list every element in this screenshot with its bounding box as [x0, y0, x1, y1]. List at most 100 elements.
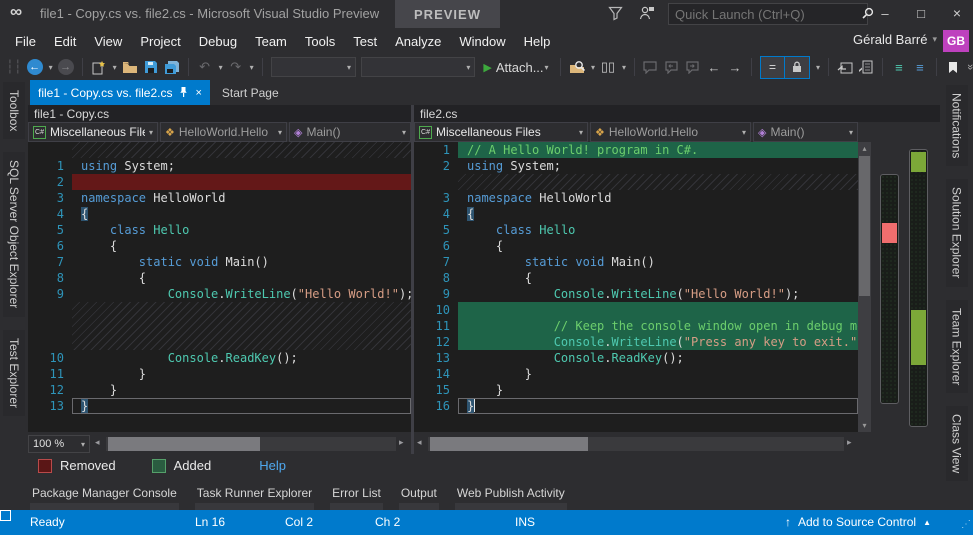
toolbar-drag-handle[interactable]: ┆┆	[6, 59, 22, 75]
next-comment-icon[interactable]	[685, 57, 701, 77]
overview-left-file[interactable]	[880, 174, 899, 404]
nav-dropdown-miscellaneous-files[interactable]: C#Miscellaneous Files▾	[28, 122, 158, 142]
code-line[interactable]: 16}	[414, 398, 858, 414]
code-line[interactable]: 14 }	[414, 366, 858, 382]
menu-help[interactable]: Help	[515, 30, 560, 53]
navigate-back-icon[interactable]: ←	[27, 59, 43, 75]
panel-tab-web-publish-activity[interactable]: Web Publish Activity	[455, 486, 567, 511]
menu-debug[interactable]: Debug	[190, 30, 246, 53]
code-line[interactable]: 3namespace HelloWorld	[28, 190, 411, 206]
code-line[interactable]: 10 Console.ReadKey();	[28, 350, 411, 366]
synchronized-scrolling-button[interactable]	[785, 57, 809, 78]
format-document-icon[interactable]: ≡	[912, 57, 928, 77]
minimize-button[interactable]: –	[868, 0, 902, 26]
menu-project[interactable]: Project	[131, 30, 189, 53]
navigate-back-caret-icon[interactable]: ▾	[49, 63, 53, 72]
scroll-up-icon[interactable]: ▴	[858, 142, 871, 155]
nav-dropdown-main[interactable]: ◈Main()▾	[289, 122, 411, 142]
menu-test[interactable]: Test	[344, 30, 386, 53]
resize-grip[interactable]: ⋰	[961, 519, 970, 530]
send-feedback-icon[interactable]	[638, 5, 655, 24]
code-line[interactable]: 6 {	[414, 238, 858, 254]
feedback-filter-icon[interactable]	[608, 6, 623, 24]
overview-added-marker[interactable]	[911, 152, 926, 172]
nav-dropdown-miscellaneous-files[interactable]: C#Miscellaneous Files▾	[414, 122, 588, 142]
tab-diff-view[interactable]: file1 - Copy.cs vs. file2.cs ×	[30, 80, 210, 105]
maximize-button[interactable]: □	[904, 0, 938, 26]
code-line[interactable]: 7 static void Main()	[414, 254, 858, 270]
menu-tools[interactable]: Tools	[296, 30, 344, 53]
attach-button[interactable]: ▶ Attach... ▾	[480, 60, 551, 75]
scrollbar-thumb[interactable]	[859, 156, 870, 296]
quick-launch-box[interactable]	[668, 3, 868, 25]
next-difference-icon[interactable]: →	[727, 57, 743, 77]
zoom-level-combobox[interactable]: 100 % ▾	[28, 435, 90, 453]
new-item-caret-icon[interactable]: ▾	[113, 63, 117, 72]
side-by-side-mode-button[interactable]: =	[761, 57, 785, 78]
panel-tab-package-manager-console[interactable]: Package Manager Console	[30, 486, 179, 511]
code-line[interactable]: 1using System;	[28, 158, 411, 174]
code-line[interactable]: 11 // Keep the console window open in de…	[414, 318, 858, 334]
side-tab-solution-explorer[interactable]: Solution Explorer	[946, 179, 968, 286]
help-link[interactable]: Help	[259, 458, 286, 473]
scroll-left-icon[interactable]: ◂	[417, 437, 422, 448]
code-line[interactable]: 3namespace HelloWorld	[414, 190, 858, 206]
code-line[interactable]: 4{	[28, 206, 411, 222]
scrollbar-thumb[interactable]	[430, 437, 588, 451]
menu-analyze[interactable]: Analyze	[386, 30, 450, 53]
prev-comment-icon[interactable]	[664, 57, 680, 77]
panel-tab-error-list[interactable]: Error List	[330, 486, 383, 511]
bookmark-icon[interactable]	[945, 57, 961, 77]
toolbar-overflow-icon[interactable]: »	[964, 64, 973, 70]
overview-right-file[interactable]	[909, 149, 928, 427]
code-line[interactable]: 5 class Hello	[414, 222, 858, 238]
character-indicator[interactable]: Ch 2	[375, 515, 400, 529]
side-tab-class-view[interactable]: Class View	[946, 406, 968, 481]
side-tab-team-explorer[interactable]: Team Explorer	[946, 300, 968, 393]
undo-icon[interactable]: ↶	[197, 57, 213, 77]
compare-documents-icon[interactable]: ▯▯	[600, 57, 616, 77]
side-tab-toolbox[interactable]: Toolbox	[3, 82, 25, 139]
code-line[interactable]: 10	[414, 302, 858, 318]
code-line[interactable]: 8 {	[414, 270, 858, 286]
left-code-editor[interactable]: 1using System;23namespace HelloWorld4{5 …	[28, 142, 411, 432]
line-indicator[interactable]: Ln 16	[195, 515, 225, 529]
diff-mode-caret-icon[interactable]: ▾	[816, 63, 820, 72]
add-to-source-control-button[interactable]: ↑ Add to Source Control ▲	[785, 515, 931, 529]
pin-icon[interactable]	[179, 86, 188, 100]
code-line[interactable]: 12 Console.WriteLine("Press any key to e…	[414, 334, 858, 350]
nav-dropdown-main[interactable]: ◈Main()▾	[753, 122, 858, 142]
save-icon[interactable]	[143, 57, 159, 77]
nav-dropdown-helloworld-hello[interactable]: ❖HelloWorld.Hello▾	[590, 122, 751, 142]
scroll-right-icon[interactable]: ▸	[847, 437, 852, 448]
code-line[interactable]: 8 {	[28, 270, 411, 286]
redo-caret-icon[interactable]: ▾	[250, 63, 254, 72]
code-line[interactable]: 7 static void Main()	[28, 254, 411, 270]
add-comment-icon[interactable]	[643, 57, 659, 77]
column-indicator[interactable]: Col 2	[285, 515, 313, 529]
close-tab-icon[interactable]: ×	[195, 87, 201, 99]
user-account[interactable]: Gérald Barré ▾	[853, 32, 937, 47]
panel-tab-output[interactable]: Output	[399, 486, 439, 511]
panel-tab-task-runner-explorer[interactable]: Task Runner Explorer	[195, 486, 314, 511]
menu-edit[interactable]: Edit	[45, 30, 85, 53]
show-indent-guides-icon[interactable]: ≡	[891, 57, 907, 77]
code-line[interactable]: 9 Console.WriteLine("Hello World!");	[28, 286, 411, 302]
platform-combobox[interactable]: ▾	[361, 57, 475, 77]
scroll-left-icon[interactable]: ◂	[95, 437, 100, 448]
menu-file[interactable]: File	[6, 30, 45, 53]
vertical-scrollbar[interactable]: ▴ ▾	[858, 142, 871, 432]
insert-mode-indicator[interactable]: INS	[515, 515, 535, 529]
close-button[interactable]: ×	[940, 0, 973, 26]
find-caret-icon[interactable]: ▾	[591, 63, 595, 72]
code-line[interactable]: 13}	[28, 398, 411, 414]
code-line[interactable]: 15 }	[414, 382, 858, 398]
code-line[interactable]: 9 Console.WriteLine("Hello World!");	[414, 286, 858, 302]
code-line[interactable]: 12 }	[28, 382, 411, 398]
navigate-forward-icon[interactable]: →	[58, 59, 74, 75]
diff-overview-margin[interactable]	[871, 142, 940, 435]
quick-launch-input[interactable]	[669, 7, 857, 22]
code-line[interactable]: 1// A Hello World! program in C#.	[414, 142, 858, 158]
overview-removed-marker[interactable]	[882, 223, 897, 243]
compare-caret-icon[interactable]: ▾	[622, 63, 626, 72]
